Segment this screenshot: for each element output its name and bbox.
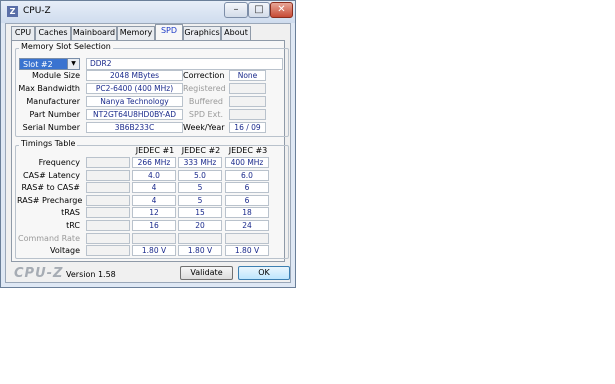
timing-row-label: Command Rate xyxy=(17,233,80,243)
slot-row-right-value: None xyxy=(229,70,266,81)
slot-row-value: NT2GT64U8HD0BY-AD xyxy=(86,109,183,120)
timing-row-label: tRC xyxy=(66,221,80,230)
slot-row-right-label: SPD Ext. xyxy=(188,110,223,119)
slot-select[interactable]: Slot #2 ▼ xyxy=(19,58,80,70)
timing-spare-cell xyxy=(86,232,130,244)
timing-spare-cell xyxy=(86,207,130,219)
tab-about[interactable]: About xyxy=(221,26,251,40)
slot-row-right-value xyxy=(229,96,266,107)
timing-spare-cell xyxy=(86,245,130,257)
timing-cell: 24 xyxy=(225,220,269,231)
timing-cell: 1.80 V xyxy=(132,245,176,257)
timing-row-label: tRAS xyxy=(61,208,80,218)
slot-select-value: Slot #2 xyxy=(23,60,53,69)
timing-cell: 400 MHz xyxy=(225,157,269,168)
timing-cell: 6.0 xyxy=(225,169,269,181)
timing-row-label: Frequency xyxy=(38,158,80,167)
slot-row-label: Serial Number xyxy=(22,123,80,132)
chevron-down-icon[interactable]: ▼ xyxy=(67,59,79,69)
timing-cell: 18 xyxy=(225,207,269,219)
timing-cell: 6 xyxy=(225,182,269,194)
timing-cell: 4.0 xyxy=(132,169,176,181)
timing-cell: 5 xyxy=(178,194,222,206)
timing-row-label: Voltage xyxy=(49,246,80,256)
timing-spare-cell xyxy=(86,169,130,181)
slot-row-label: Part Number xyxy=(29,110,80,119)
column-header-jedec-3: JEDEC #3 xyxy=(228,146,268,155)
timing-cell: 6 xyxy=(225,194,269,206)
timing-row-label: CAS# Latency xyxy=(22,170,80,180)
column-header-jedec-2: JEDEC #2 xyxy=(181,146,221,155)
tab-spd[interactable]: SPD xyxy=(155,24,183,41)
timing-cell xyxy=(178,232,222,244)
timing-cell: 4 xyxy=(132,194,176,206)
slot-row-value: PC2-6400 (400 MHz) xyxy=(86,83,183,94)
slot-row-right-label: Week/Year xyxy=(183,123,225,132)
slot-row-right-value: 16 / 09 xyxy=(229,122,266,133)
timing-cell: 15 xyxy=(178,207,222,219)
window-title: CPU-Z xyxy=(23,6,51,16)
close-button[interactable]: ✕ xyxy=(270,2,293,18)
title-bar[interactable]: Z CPU-Z – □ ✕ xyxy=(1,1,295,23)
timing-spare-cell xyxy=(86,182,130,194)
timing-cell: 12 xyxy=(132,207,176,219)
timing-cell: 4 xyxy=(132,182,176,194)
slot-row-value: Nanya Technology xyxy=(86,96,183,107)
slot-row-right-value xyxy=(229,109,266,120)
timing-spare-cell xyxy=(86,194,130,206)
slot-row-value: 2048 MBytes xyxy=(86,70,183,81)
column-header-jedec-1: JEDEC #1 xyxy=(135,146,175,155)
cpuz-brand-logo: CPU-Z xyxy=(14,266,64,281)
timing-cell: 20 xyxy=(178,220,222,231)
timing-spare-cell xyxy=(86,157,130,168)
timing-cell: 1.80 V xyxy=(178,245,222,257)
memory-slot-group-title: Memory Slot Selection xyxy=(19,42,113,51)
memory-type-field: DDR2 xyxy=(86,58,283,70)
timing-spare-cell xyxy=(86,220,130,231)
tab-cpu[interactable]: CPU xyxy=(11,26,35,40)
timings-group-title: Timings Table xyxy=(19,139,78,148)
tab-caches[interactable]: Caches xyxy=(35,26,71,40)
slot-row-right-label: Correction xyxy=(183,71,225,80)
maximize-button[interactable]: □ xyxy=(248,2,270,18)
slot-row-value: 3B6B233C xyxy=(86,122,183,133)
slot-row-right-value xyxy=(229,83,266,94)
minimize-button[interactable]: – xyxy=(224,2,248,18)
timing-cell: 5 xyxy=(178,182,222,194)
timing-cell: 333 MHz xyxy=(178,157,222,168)
timing-cell: 266 MHz xyxy=(132,157,176,168)
tab-memory[interactable]: Memory xyxy=(117,26,155,40)
tab-graphics[interactable]: Graphics xyxy=(183,26,221,40)
timing-cell: 1.80 V xyxy=(225,245,269,257)
timing-row-label: RAS# to CAS# xyxy=(21,183,80,193)
version-label: Version 1.58 xyxy=(66,270,116,279)
ok-button[interactable]: OK xyxy=(238,266,290,280)
validate-button[interactable]: Validate xyxy=(180,266,233,280)
slot-row-label: Module Size xyxy=(31,71,80,80)
slot-row-label: Max Bandwidth xyxy=(18,84,80,93)
timing-cell xyxy=(132,232,176,244)
slot-row-label: Manufacturer xyxy=(26,97,80,106)
timing-cell: 16 xyxy=(132,220,176,231)
tab-mainboard[interactable]: Mainboard xyxy=(71,26,117,40)
slot-row-right-label: Buffered xyxy=(188,97,223,106)
timing-row-label: RAS# Precharge xyxy=(17,195,83,205)
cpuz-window: Z CPU-Z – □ ✕ CPU Caches Mainboard Memor… xyxy=(0,0,296,288)
timing-cell xyxy=(225,232,269,244)
cpuz-app-icon: Z xyxy=(7,6,18,17)
timing-cell: 5.0 xyxy=(178,169,222,181)
slot-row-right-label: Registered xyxy=(183,84,226,93)
